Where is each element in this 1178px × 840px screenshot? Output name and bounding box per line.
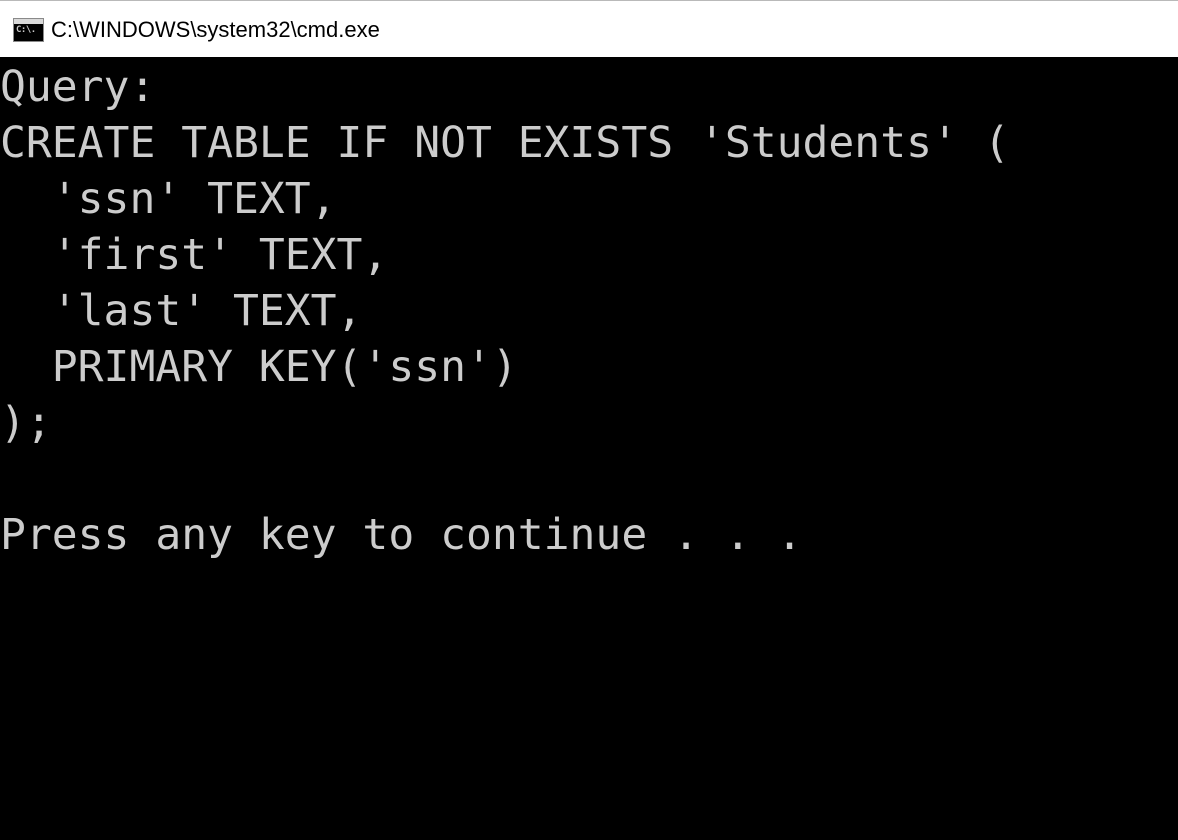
console-line-primary-key: PRIMARY KEY('ssn')	[0, 342, 518, 392]
console-line-first-column: 'first' TEXT,	[0, 230, 389, 280]
console-output[interactable]: Query: CREATE TABLE IF NOT EXISTS 'Stude…	[0, 57, 1178, 840]
window-title: C:\WINDOWS\system32\cmd.exe	[51, 17, 380, 42]
cmd-window: C:\. C:\WINDOWS\system32\cmd.exe Query: …	[0, 0, 1178, 840]
console-line-create-table: CREATE TABLE IF NOT EXISTS 'Students' (	[0, 118, 1010, 168]
icon-title-strip	[14, 19, 43, 24]
cmd-console-icon[interactable]: C:\.	[13, 18, 44, 42]
console-line-last-column: 'last' TEXT,	[0, 286, 363, 336]
console-line-query-label: Query:	[0, 62, 156, 112]
title-bar[interactable]: C:\. C:\WINDOWS\system32\cmd.exe	[0, 0, 1178, 57]
icon-glyph: C:\.	[16, 25, 36, 35]
console-line-ssn-column: 'ssn' TEXT,	[0, 174, 337, 224]
console-line-press-any-key: Press any key to continue . . .	[0, 510, 803, 560]
console-line-close-paren: );	[0, 398, 52, 448]
